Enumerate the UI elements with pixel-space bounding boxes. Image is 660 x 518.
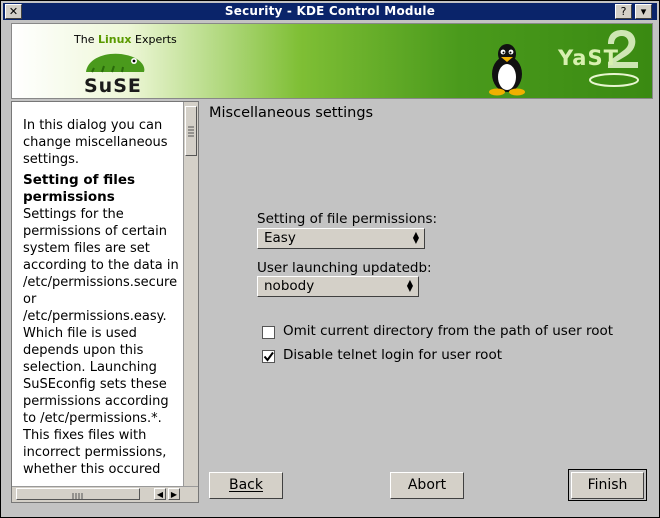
omit-current-dir-label: Omit current directory from the path of …	[283, 323, 614, 339]
disable-telnet-label: Disable telnet login for user root	[283, 347, 502, 363]
omit-current-dir-checkbox[interactable]	[262, 326, 275, 339]
help-intro: In this dialog you can change miscellane…	[23, 118, 168, 167]
penguin-icon	[489, 44, 525, 96]
grip-icon	[188, 126, 194, 137]
help-text: In this dialog you can change miscellane…	[23, 117, 183, 478]
help-panel[interactable]: In this dialog you can change miscellane…	[11, 101, 199, 503]
tagline-pre: The	[74, 33, 98, 46]
chevron-down-icon: ▾	[640, 5, 647, 18]
tagline-brand: Linux	[97, 33, 132, 46]
disable-telnet-checkbox[interactable]	[262, 350, 275, 363]
abort-button[interactable]: Abort	[390, 472, 464, 499]
checkmark-icon	[263, 351, 274, 362]
minimize-button[interactable]: ▾	[635, 4, 652, 19]
help-vertical-scroll-thumb[interactable]	[185, 106, 197, 156]
updatedb-user-select[interactable]: nobody ▲ ▼	[257, 276, 419, 297]
finish-button-label: Finish	[587, 477, 628, 493]
main-window: ✕ Security - KDE Control Module ? ▾ The …	[0, 0, 660, 518]
scroll-right-arrow-icon[interactable]: ▶	[168, 488, 180, 500]
spinner-arrows-icon: ▲ ▼	[406, 278, 414, 293]
title-bar[interactable]: ✕ Security - KDE Control Module ? ▾	[3, 3, 657, 20]
updatedb-user-label: User launching updatedb:	[257, 260, 432, 276]
scroll-left-arrow-icon[interactable]: ◀	[154, 488, 166, 500]
file-permissions-select[interactable]: Easy ▲ ▼	[257, 228, 425, 249]
finish-button[interactable]: Finish	[571, 472, 644, 499]
help-body: Settings for the permissions of certain …	[23, 207, 179, 477]
section-title: Miscellaneous settings	[209, 105, 374, 121]
help-button[interactable]: ?	[615, 4, 632, 19]
file-permissions-label: Setting of file permissions:	[257, 211, 438, 227]
suse-banner: The Linux Experts SuSE YaST	[11, 23, 653, 99]
abort-button-label: Abort	[407, 477, 447, 493]
tagline: The Linux Experts	[74, 33, 177, 46]
help-icon: ?	[620, 5, 627, 18]
file-permissions-value: Easy	[264, 230, 296, 246]
grip-icon	[72, 493, 83, 500]
chameleon-logo-icon	[86, 53, 145, 73]
window-title: Security - KDE Control Module	[224, 4, 436, 18]
updatedb-user-value: nobody	[264, 278, 315, 294]
back-button[interactable]: Back	[209, 472, 283, 499]
spinner-arrows-icon: ▲ ▼	[412, 230, 420, 245]
suse-logo-text: SuSE	[84, 75, 142, 97]
tagline-post: Experts	[131, 33, 177, 46]
help-vertical-scrollbar[interactable]	[183, 102, 198, 486]
yast-logo-text: YaST	[558, 46, 619, 70]
help-horizontal-scrollbar[interactable]: ◀ ▶	[12, 486, 198, 502]
back-button-label: Back	[229, 477, 263, 493]
help-horizontal-scroll-thumb[interactable]	[16, 488, 140, 500]
help-heading: Setting of files permissions	[23, 172, 136, 205]
